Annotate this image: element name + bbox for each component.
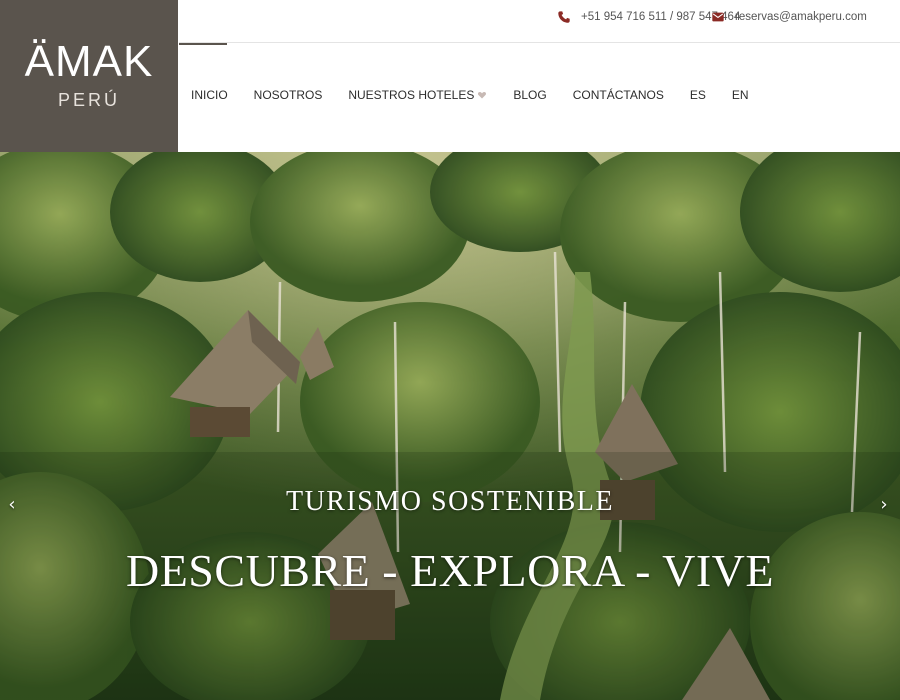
nav-list: INICIO NOSOTROS NUESTROS HOTELES BLOG CO… [191,88,775,102]
phone-icon [558,11,570,23]
nav-label: NOSOTROS [253,88,323,102]
nav-item-nosotros[interactable]: NOSOTROS [254,88,323,102]
logo-wordmark: ÄMAK [24,37,154,86]
email-contact[interactable]: reservas@amakperu.com [711,10,867,24]
nav-label: CONTÁCTANOS [572,88,664,102]
heart-dropdown-icon [478,92,487,99]
logo[interactable]: ÄMAK PERÚ [0,0,178,152]
jungle-lodge-image [0,152,900,700]
hero-slider: ‹ › TURISMO SOSTENIBLE DESCUBRE - EXPLOR… [0,152,900,700]
active-indicator [179,43,227,45]
nav-label: ES [689,88,706,102]
nav-label: EN [731,88,749,102]
site-header: ÄMAK PERÚ +51 954 716 511 / 987 547 464 … [0,0,900,152]
nav-item-es[interactable]: ES [690,88,706,102]
nav-item-inicio[interactable]: INICIO [191,88,228,102]
nav-label: BLOG [513,88,547,102]
nav-item-nuestros-hoteles[interactable]: NUESTROS HOTELES [348,88,487,102]
email-address: reservas@amakperu.com [735,11,867,23]
logo-subtitle: PERÚ [57,90,120,110]
nav-item-blog[interactable]: BLOG [513,88,546,102]
nav-label: INICIO [191,88,228,102]
hero-kicker: TURISMO SOSTENIBLE [285,486,614,517]
main-nav: INICIO NOSOTROS NUESTROS HOTELES BLOG CO… [179,43,900,152]
nav-item-en[interactable]: EN [732,88,749,102]
envelope-icon [712,12,724,22]
hero-headline: DESCUBRE - EXPLORA - VIVE [125,545,774,596]
contact-bar: +51 954 716 511 / 987 547 464 reservas@a… [179,0,900,43]
nav-label: NUESTROS HOTELES [348,88,475,102]
nav-item-contactanos[interactable]: CONTÁCTANOS [573,88,664,102]
